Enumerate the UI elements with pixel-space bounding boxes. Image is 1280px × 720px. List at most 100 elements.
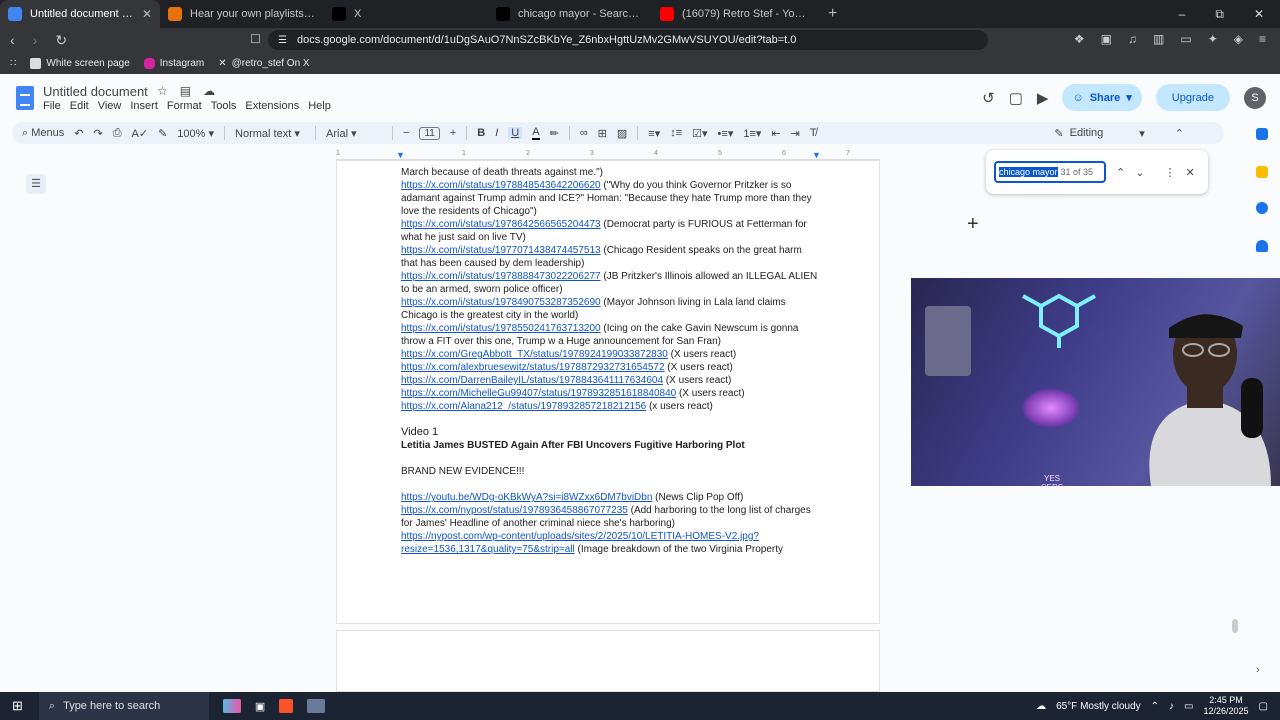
keep-icon[interactable] [1256,166,1268,178]
menu-tools[interactable]: Tools [211,100,237,112]
calendar-icon[interactable] [1256,128,1268,140]
forward-icon[interactable]: › [33,32,38,49]
sidebar-icon[interactable]: ▥ [1153,32,1164,46]
clock[interactable]: 2:45 PM 12/26/2025 [1204,695,1249,717]
increase-indent-icon[interactable]: ⇥ [791,127,800,140]
doc-paragraph[interactable]: https://youtu.be/WDg-oKBkWyA?si=i8WZxx6D… [401,491,821,504]
doc-link[interactable]: https://x.com/MichelleGu99407/status/197… [401,388,676,399]
undo-icon[interactable]: ↶ [74,127,83,140]
link-icon[interactable]: ∞ [580,127,588,139]
task-view-icon[interactable]: ▣ [255,700,265,713]
line-spacing-icon[interactable]: ↕≡ [670,127,682,139]
find-next-icon[interactable]: ⌄ [1135,166,1144,179]
video-label[interactable]: Video 1 [401,426,821,439]
doc-link[interactable]: https://x.com/GregAbbott_TX/status/19789… [401,349,668,360]
numbered-list-icon[interactable]: 1≡▾ [743,127,761,140]
decrease-font-icon[interactable]: − [403,127,409,139]
collapse-icon[interactable]: ⌃ [1175,127,1184,140]
doc-link[interactable]: https://x.com/i/status/19786425665652044… [401,219,601,230]
style-select[interactable]: Normal text ▾ [235,127,305,140]
align-icon[interactable]: ≡▾ [648,127,660,140]
bookmark-retro-stef-x[interactable]: ✕ @retro_stef On X [218,58,309,69]
expand-panel-icon[interactable]: › [1256,664,1260,676]
volume-icon[interactable]: ♪ [1169,701,1174,712]
doc-paragraph[interactable]: https://x.com/i/status/19784907532873526… [401,296,821,322]
doc-paragraph[interactable]: https://x.com/Alana212_/status/197893285… [401,400,821,413]
browser-tab[interactable]: (16079) Retro Stef - YouTube [652,0,816,28]
doc-link[interactable]: https://x.com/i/status/19785502417637132… [401,323,601,334]
document-page-next[interactable] [336,630,880,692]
doc-link[interactable]: https://x.com/DarrenBaileyIL/status/1978… [401,375,663,386]
decrease-indent-icon[interactable]: ⇤ [771,127,780,140]
menu-format[interactable]: Format [167,100,202,112]
avatar[interactable]: S [1244,86,1266,109]
bold-icon[interactable]: B [477,127,485,139]
contacts-icon[interactable] [1256,240,1268,252]
doc-paragraph[interactable]: https://nypost.com/wp-content/uploads/si… [401,530,821,556]
paint-format-icon[interactable]: ✎ [158,127,167,140]
menu-extensions[interactable]: Extensions [245,100,299,112]
clear-formatting-icon[interactable]: T̸ [810,127,817,139]
docs-logo-icon[interactable] [16,86,34,110]
menu-edit[interactable]: Edit [70,100,89,112]
bookmark-instagram[interactable]: Instagram [143,57,204,69]
doc-link[interactable]: https://youtu.be/WDg-oKBkWyA?si=i8WZxx6D… [401,492,652,503]
widgets-icon[interactable] [222,699,241,713]
bookmark-star-icon[interactable]: ☐ [250,32,261,46]
italic-icon[interactable]: I [495,127,498,139]
underline-icon[interactable]: U [508,127,523,139]
doc-paragraph[interactable]: https://x.com/i/status/19770714384744575… [401,244,821,270]
url-field[interactable]: ☰ docs.google.com/document/d/1uDgSAuO7Nn… [268,30,988,50]
zoom-select[interactable]: 100% ▾ [177,127,214,140]
document-body[interactable]: March because of death threats against m… [401,166,821,556]
find-previous-icon[interactable]: ⌃ [1116,166,1125,179]
menu-help[interactable]: Help [308,100,331,112]
star-icon[interactable]: ☆ [157,84,168,98]
print-icon[interactable]: ⎙ [113,127,122,140]
cloud-status-icon[interactable]: ☁ [203,84,215,98]
brave-browser-icon[interactable] [279,699,294,713]
scrollbar-thumb[interactable] [1232,619,1238,633]
notifications-icon[interactable]: ▢ [1259,701,1268,712]
tab-close-icon[interactable]: ✕ [142,7,152,21]
reload-icon[interactable]: ↻ [55,32,67,49]
doc-link[interactable]: https://x.com/i/status/19788884730222062… [401,271,601,282]
browser-tab[interactable]: Untitled document - Google Docs ✕ [0,0,160,28]
restore-icon[interactable]: ⧉ [1215,7,1224,22]
video-title[interactable]: Letitia James BUSTED Again After FBI Unc… [401,439,821,452]
text-color-icon[interactable]: A [532,126,540,140]
app-window-icon[interactable] [307,699,326,713]
comments-icon[interactable]: ▢ [1009,89,1023,107]
image-icon[interactable]: ▨ [617,127,627,140]
ruler-left-indent-icon[interactable]: ▼ [396,150,405,160]
more-options-icon[interactable]: ⋮ [1164,166,1175,179]
highlight-icon[interactable]: ✏ [550,127,559,140]
minimize-icon[interactable]: – [1179,7,1186,22]
checklist-icon[interactable]: ☑▾ [692,127,707,140]
new-tab-button[interactable]: + [816,5,849,23]
chevron-up-icon[interactable]: ⌃ [1151,701,1159,712]
find-input[interactable]: chicago mayor 31 of 35 [994,161,1106,183]
apps-grid-icon[interactable]: ∷ [10,58,16,69]
spellcheck-icon[interactable]: A✓ [132,127,149,140]
shield-icon[interactable]: ◈ [1234,32,1243,46]
menus-search[interactable]: ⌕ Menus [22,127,64,140]
share-dropdown-icon[interactable]: ▾ [1126,91,1132,104]
document-page[interactable]: March because of death threats against m… [336,160,880,624]
screenshot-icon[interactable]: ▣ [1101,32,1112,46]
media-icon[interactable]: ♫ [1128,32,1137,46]
document-title[interactable]: Untitled document [43,84,148,99]
weather-text[interactable]: 65°F Mostly cloudy [1056,701,1141,712]
windows-start-icon[interactable]: ⊞ [12,698,23,714]
doc-paragraph[interactable]: https://x.com/i/status/19785502417637132… [401,322,821,348]
browser-tab[interactable]: chicago mayor - Search / X [488,0,652,28]
doc-paragraph[interactable]: https://x.com/alexbruesewitz/status/1978… [401,361,821,374]
doc-paragraph[interactable]: https://x.com/DarrenBaileyIL/status/1978… [401,374,821,387]
share-button[interactable]: ☺ Share ▾ [1062,84,1142,111]
move-folder-icon[interactable]: ▤ [180,84,191,98]
doc-link[interactable]: https://x.com/Alana212_/status/197893285… [401,401,646,412]
site-info-icon[interactable]: ☰ [278,35,287,46]
evidence-heading[interactable]: BRAND NEW EVIDENCE!!! [401,465,821,478]
doc-paragraph[interactable]: https://x.com/i/status/19788884730222062… [401,270,821,296]
doc-link[interactable]: https://x.com/i/status/19788485436422066… [401,180,601,191]
